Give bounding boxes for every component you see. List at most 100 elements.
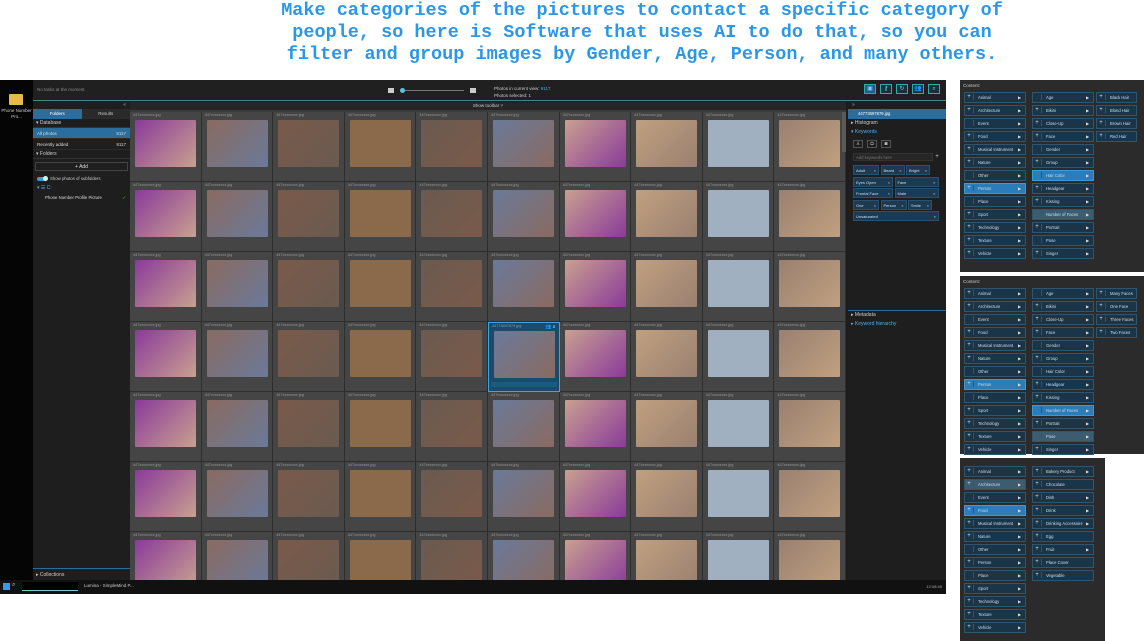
toggle-switch[interactable]	[37, 175, 48, 181]
photo-image[interactable]	[278, 330, 340, 377]
plus-icon[interactable]: +	[1097, 133, 1106, 140]
category-menu-item[interactable]: + Portrait ▶	[1032, 418, 1094, 429]
plus-icon[interactable]: +	[965, 481, 974, 488]
category-menu-item[interactable]: + One Face	[1096, 301, 1137, 312]
photo-image[interactable]	[564, 400, 626, 447]
remove-keyword-icon[interactable]: ×	[925, 166, 927, 174]
category-menu-item[interactable]: + Close-Up ▶	[1032, 314, 1094, 325]
tab-results[interactable]: Results	[81, 109, 130, 119]
category-menu-item[interactable]: + Nature ▶	[964, 353, 1026, 364]
photo-image[interactable]	[492, 540, 554, 580]
plus-icon[interactable]: +	[1033, 559, 1042, 566]
photo-image[interactable]	[421, 470, 483, 517]
plus-icon[interactable]: +	[965, 316, 974, 323]
photo-image[interactable]	[492, 190, 554, 237]
plus-icon[interactable]: +	[965, 611, 974, 618]
photo-image[interactable]	[135, 330, 196, 377]
category-menu-item[interactable]: + Blond Hair	[1096, 105, 1137, 116]
photo-image[interactable]	[206, 400, 268, 447]
photo-thumbnail[interactable]: 447xxxxxxxx.jpg	[702, 252, 775, 322]
plus-icon[interactable]: +	[1033, 185, 1042, 192]
plus-icon[interactable]: +	[965, 172, 974, 179]
photo-image[interactable]	[779, 330, 841, 377]
photo-thumbnail[interactable]: 447xxxxxxxx.jpg	[416, 252, 488, 322]
keyword-chip[interactable]: Smile ×	[908, 199, 932, 210]
category-menu-item[interactable]: + Technology ▶	[964, 596, 1026, 607]
category-menu-item[interactable]: + Vehicle ▶	[964, 622, 1026, 633]
photo-image[interactable]	[278, 540, 340, 580]
plus-icon[interactable]: +	[965, 433, 974, 440]
plus-icon[interactable]: +	[965, 420, 974, 427]
taskbar-app[interactable]: Lumina - SimpleMind P...	[84, 583, 134, 588]
photo-image[interactable]	[349, 330, 411, 377]
keyword-input[interactable]	[853, 153, 933, 161]
plus-icon[interactable]: +	[1033, 342, 1042, 349]
plus-icon[interactable]: +	[1033, 507, 1042, 514]
plus-icon[interactable]: +	[1033, 211, 1042, 218]
category-menu-item[interactable]: + Age ▶	[1032, 92, 1094, 103]
photo-thumbnail[interactable]: 447xxxxxxxx.jpg	[487, 112, 560, 182]
photo-thumbnail[interactable]: 447xxxxxxxx.jpg	[201, 392, 274, 462]
category-menu-item[interactable]: + Red Hair	[1096, 131, 1137, 142]
photo-image[interactable]	[421, 400, 483, 447]
plus-icon[interactable]: +	[965, 120, 974, 127]
category-menu-item[interactable]: + Place ▶	[964, 570, 1026, 581]
plus-icon[interactable]: +	[1033, 237, 1042, 244]
photo-image[interactable]	[278, 470, 340, 517]
keyword-chip[interactable]: Face ×	[894, 176, 939, 187]
category-menu-item[interactable]: + Age ▶	[1032, 288, 1094, 299]
photo-thumbnail[interactable]: 447xxxxxxxx.jpg	[273, 182, 345, 252]
photo-image[interactable]	[135, 260, 196, 307]
category-menu-item[interactable]: + Close-Up ▶	[1032, 118, 1094, 129]
key-icon[interactable]: ⚷	[880, 84, 892, 94]
photo-image[interactable]	[349, 540, 411, 580]
category-menu-item[interactable]: + Hair Color ▶	[1032, 366, 1094, 377]
category-menu-item[interactable]: + Musical Instrument ▶	[964, 144, 1026, 155]
photo-thumbnail[interactable]: 447xxxxxxxx.jpg	[344, 252, 417, 322]
category-menu-item[interactable]: + Animal ▶	[964, 288, 1026, 299]
plus-icon[interactable]: +	[1033, 316, 1042, 323]
folders-section[interactable]: ▾ Folders	[33, 150, 130, 159]
photo-image[interactable]	[349, 190, 411, 237]
plus-icon[interactable]: +	[965, 494, 974, 501]
photo-thumbnail[interactable]: 447xxxxxxxx.jpg	[416, 532, 488, 580]
photo-image[interactable]	[278, 400, 340, 447]
histogram-section[interactable]: ▸ Histogram	[848, 119, 946, 128]
category-menu-item[interactable]: + Many Faces	[1096, 288, 1137, 299]
photo-image[interactable]	[492, 400, 554, 447]
category-menu-item[interactable]: + Musical Instrument ▶	[964, 340, 1026, 351]
photo-thumbnail[interactable]: 447xxxxxxxx.jpg	[416, 112, 488, 182]
plus-icon[interactable]: +	[1033, 355, 1042, 362]
plus-icon[interactable]: +	[1033, 172, 1042, 179]
photo-image[interactable]	[135, 190, 196, 237]
category-menu-item[interactable]: + Vegetable	[1032, 570, 1094, 581]
category-menu-item[interactable]: + Vehicle ▶	[964, 248, 1026, 259]
category-menu-item[interactable]: + Number of Faces ▶	[1032, 405, 1094, 416]
plus-icon[interactable]: +	[1097, 107, 1106, 114]
keyword-chip[interactable]: Beard ×	[880, 165, 905, 175]
photo-thumbnail[interactable]: 447xxxxxxxx.jpg	[416, 392, 488, 462]
category-menu-item[interactable]: + Technology ▶	[964, 222, 1026, 233]
search-icon[interactable]: ⌕	[12, 582, 15, 589]
people-icon[interactable]: 👥	[912, 84, 924, 94]
category-menu-item[interactable]: + Event ▶	[964, 118, 1026, 129]
photo-thumbnail[interactable]: 447xxxxxxxx.jpg	[631, 532, 703, 580]
photo-thumbnail[interactable]: 447xxxxxxxx.jpg	[559, 252, 632, 322]
plus-icon[interactable]: +	[965, 394, 974, 401]
photo-thumbnail[interactable]: 447xxxxxxxx.jpg	[130, 182, 202, 252]
keywords-section[interactable]: ▾ Keywords	[848, 128, 946, 137]
category-menu-item[interactable]: + Other ▶	[964, 366, 1026, 377]
photo-thumbnail[interactable]: 447xxxxxxxx.jpg	[631, 392, 703, 462]
category-menu-item[interactable]: + Architecture ▶	[964, 479, 1026, 490]
category-menu-item[interactable]: + Group ▶	[1032, 157, 1094, 168]
photo-thumbnail[interactable]: 447xxxxxxxx.jpg	[559, 462, 632, 532]
plus-icon[interactable]: +	[1033, 368, 1042, 375]
photo-image[interactable]	[564, 470, 626, 517]
photo-image[interactable]	[636, 260, 698, 307]
plus-icon[interactable]: +	[965, 211, 974, 218]
photo-thumbnail[interactable]: 447xxxxxxxx.jpg	[702, 462, 775, 532]
small-thumb-icon[interactable]	[388, 88, 394, 93]
photo-image[interactable]	[564, 540, 626, 580]
photo-image[interactable]	[421, 330, 483, 377]
keyword-chip[interactable]: Person ×	[880, 199, 907, 210]
